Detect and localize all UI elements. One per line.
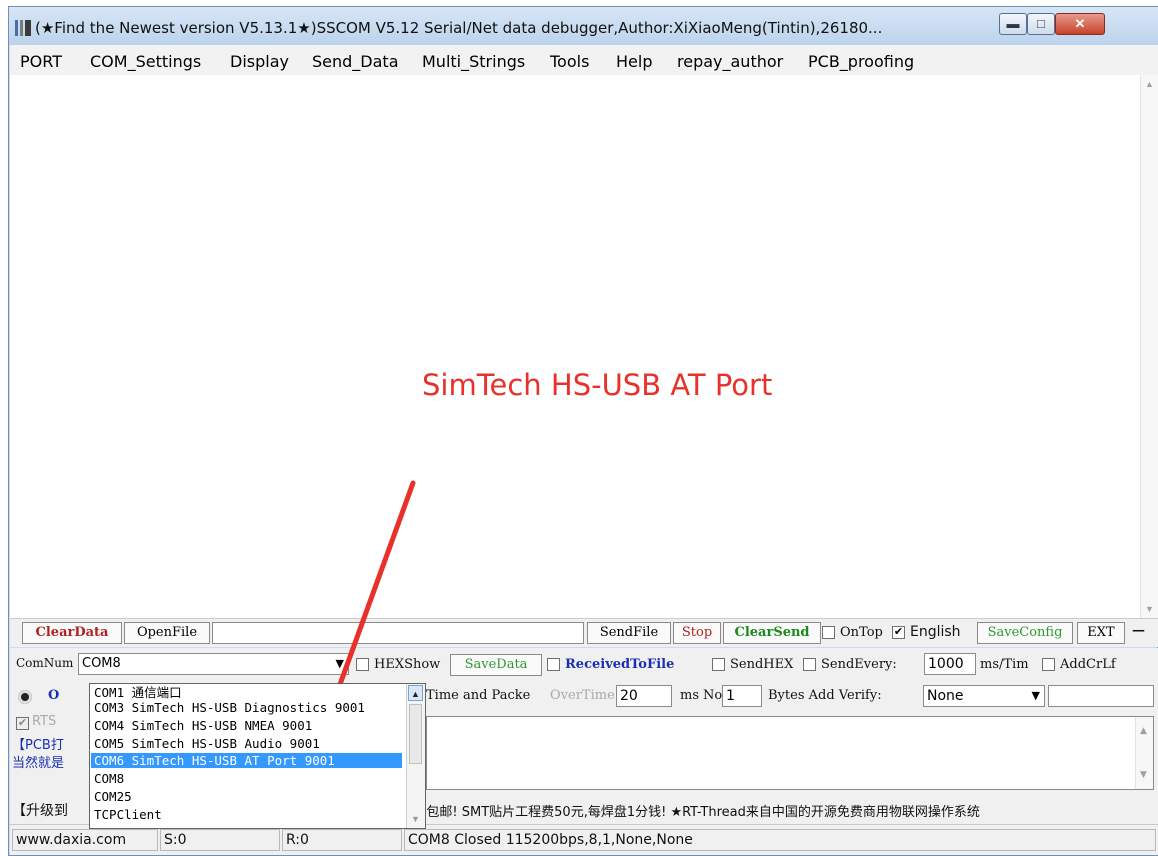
clear-send-button[interactable]: ClearSend xyxy=(723,622,821,644)
dropdown-item-com3[interactable]: COM3 SimTech HS-USB Diagnostics 9001 xyxy=(91,700,402,715)
send-hex-checkbox[interactable] xyxy=(712,658,725,671)
send-text-area[interactable]: ▲ ▼ xyxy=(426,716,1154,790)
port-status-text: COM8 Closed 115200bps,8,1,None,None xyxy=(404,829,1156,851)
menu-bar: PORT COM_Settings Display Send_Data Mult… xyxy=(10,45,1158,76)
menu-tools[interactable]: Tools xyxy=(550,52,589,71)
verify-select[interactable]: None ▼ xyxy=(923,685,1045,707)
annotation-label: SimTech HS-USB AT Port xyxy=(422,368,773,402)
com-port-dropdown[interactable]: COM1 通信端口 COM3 SimTech HS-USB Diagnostic… xyxy=(89,683,426,829)
scroll-down-icon[interactable]: ▼ xyxy=(1140,765,1147,785)
menu-pcb-proofing[interactable]: PCB_proofing xyxy=(808,52,914,71)
com-num-label: ComNum xyxy=(16,656,74,670)
received-to-file-label: ReceivedToFile xyxy=(565,657,675,672)
sscom-window: (★Find the Newest version V5.13.1★)SSCOM… xyxy=(8,6,1158,856)
scroll-thumb[interactable] xyxy=(409,704,422,764)
menu-multi-strings[interactable]: Multi_Strings xyxy=(422,52,525,71)
send-every-checkbox[interactable] xyxy=(803,658,816,671)
open-file-button[interactable]: OpenFile xyxy=(124,622,210,644)
ms-label: ms xyxy=(680,688,699,703)
english-checkbox[interactable]: ✔ xyxy=(892,626,905,639)
on-top-label: OnTop xyxy=(840,625,883,640)
menu-help[interactable]: Help xyxy=(616,52,652,71)
hex-show-label: HEXShow xyxy=(374,657,441,672)
scroll-up-icon[interactable]: ▲ xyxy=(1145,79,1154,89)
sent-count: S:0 xyxy=(160,829,280,851)
no-input[interactable]: 1 xyxy=(722,685,762,707)
rts-checkbox[interactable]: ✔ xyxy=(16,717,29,730)
send-scrollbar[interactable]: ▲ ▼ xyxy=(1135,717,1153,789)
ext-button[interactable]: EXT xyxy=(1077,622,1125,644)
file-toolbar: ClearData OpenFile SendFile Stop ClearSe… xyxy=(10,619,1158,647)
chevron-down-icon[interactable]: ▼ xyxy=(336,654,344,674)
upgrade-text[interactable]: 【升级到 xyxy=(12,800,68,820)
port-status-led-icon xyxy=(18,690,32,704)
menu-send-data[interactable]: Send_Data xyxy=(312,52,399,71)
open-port-button[interactable]: O xyxy=(48,688,59,703)
maximize-button[interactable]: □ xyxy=(1027,13,1055,35)
app-icon xyxy=(15,20,31,36)
add-crlf-label: AddCrLf xyxy=(1060,657,1116,672)
scroll-down-icon[interactable]: ▼ xyxy=(408,811,423,827)
scroll-up-icon[interactable]: ▲ xyxy=(408,685,423,701)
scroll-down-icon[interactable]: ▼ xyxy=(1145,604,1154,614)
send-every-input[interactable]: 1000 xyxy=(924,653,976,675)
menu-port[interactable]: PORT xyxy=(20,52,62,71)
minimize-button[interactable]: ▬ xyxy=(999,13,1027,35)
no-label: No xyxy=(703,688,723,703)
ad-ticker[interactable]: ...包邮! SMT贴片工程费50元,每焊盘1分钱! ★RT-Thread来自中… xyxy=(414,801,980,820)
window-title: (★Find the Newest version V5.13.1★)SSCOM… xyxy=(35,19,883,37)
save-config-button[interactable]: SaveConfig xyxy=(977,622,1073,644)
send-every-label: SendEvery: xyxy=(821,657,897,672)
dropdown-item-com6[interactable]: COM6 SimTech HS-USB AT Port 9001 xyxy=(91,753,402,768)
stop-button[interactable]: Stop xyxy=(673,622,721,644)
bytes-add-verify-label: Bytes Add Verify: xyxy=(768,688,882,703)
chevron-down-icon[interactable]: ▼ xyxy=(1032,686,1040,706)
com-port-select[interactable]: COM8 ▼ xyxy=(78,653,349,675)
menu-com-settings[interactable]: COM_Settings xyxy=(90,52,201,71)
dropdown-item-com4[interactable]: COM4 SimTech HS-USB NMEA 9001 xyxy=(91,718,402,733)
overtime-label: OverTime: xyxy=(550,688,620,703)
pcb-ad-text-2[interactable]: 当然就是 xyxy=(12,752,64,771)
save-data-button[interactable]: SaveData xyxy=(450,654,542,676)
port-toolbar: ComNum COM8 ▼ HEXShow SaveData ReceivedT… xyxy=(10,648,1158,680)
collapse-dash-icon[interactable]: — xyxy=(1132,623,1145,638)
scroll-up-icon[interactable]: ▲ xyxy=(1140,721,1147,741)
add-crlf-checkbox[interactable] xyxy=(1042,658,1055,671)
send-hex-label: SendHEX xyxy=(730,657,794,672)
time-and-packet-label: Time and Packe xyxy=(426,688,531,703)
menu-display[interactable]: Display xyxy=(230,52,289,71)
dropdown-item-com25[interactable]: COM25 xyxy=(91,789,402,804)
pcb-ad-text[interactable]: 【PCB打 xyxy=(12,734,64,753)
on-top-checkbox[interactable] xyxy=(822,626,835,639)
overtime-input[interactable]: 20 xyxy=(616,685,672,707)
received-count: R:0 xyxy=(282,829,402,851)
dropdown-item-com1[interactable]: COM1 通信端口 xyxy=(91,685,402,700)
dropdown-item-com5[interactable]: COM5 SimTech HS-USB Audio 9001 xyxy=(91,736,402,751)
extra-input[interactable] xyxy=(1048,685,1154,707)
english-label: English xyxy=(910,624,961,640)
menu-repay-author[interactable]: repay_author xyxy=(677,52,783,71)
receive-text-area[interactable]: ▲ ▼ xyxy=(10,75,1158,619)
title-bar[interactable]: (★Find the Newest version V5.13.1★)SSCOM… xyxy=(9,7,1158,45)
verify-value: None xyxy=(927,688,964,704)
received-to-file-checkbox[interactable] xyxy=(547,658,560,671)
rts-label: RTS xyxy=(32,714,57,729)
ms-tim-label: ms/Tim xyxy=(980,657,1029,672)
close-button[interactable]: ✕ xyxy=(1055,13,1105,35)
dropdown-scrollbar[interactable]: ▲ ▼ xyxy=(406,684,425,828)
dropdown-item-tcpclient[interactable]: TCPClient xyxy=(91,807,402,822)
dropdown-item-com8[interactable]: COM8 xyxy=(91,771,402,786)
clear-data-button[interactable]: ClearData xyxy=(22,622,122,644)
com-port-value: COM8 xyxy=(82,656,121,671)
send-file-button[interactable]: SendFile xyxy=(587,622,671,644)
file-path-input[interactable] xyxy=(212,622,584,644)
hex-show-checkbox[interactable] xyxy=(356,658,369,671)
receive-scrollbar[interactable]: ▲ ▼ xyxy=(1140,75,1158,618)
website-link[interactable]: www.daxia.com xyxy=(12,829,158,851)
